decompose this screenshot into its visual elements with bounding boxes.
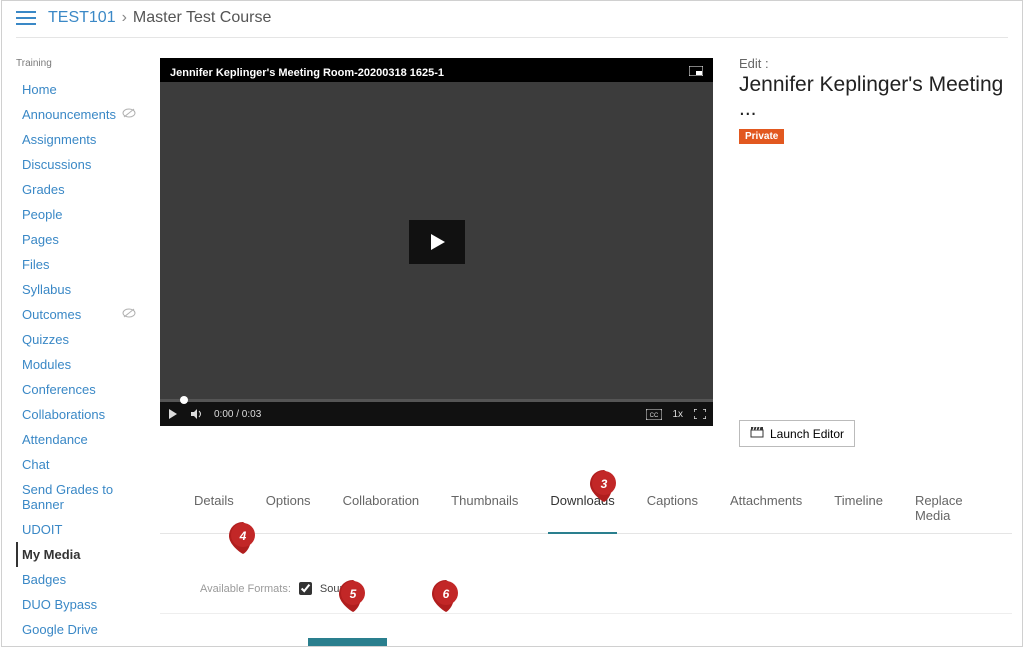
- content: Jennifer Keplinger's Meeting Room-202003…: [150, 52, 1022, 647]
- sidebar-item-label: Badges: [18, 572, 66, 587]
- sidebar-item-label: Discussions: [18, 157, 91, 172]
- sidebar-item-label: Syllabus: [18, 282, 71, 297]
- clapperboard-icon: [750, 426, 764, 441]
- app-frame: TEST101 › Master Test Course Training Ho…: [1, 0, 1023, 647]
- sidebar-item-label: Google Drive: [18, 622, 98, 637]
- cc-icon[interactable]: CC: [646, 407, 662, 421]
- launch-editor-button[interactable]: Launch Editor: [739, 420, 855, 447]
- sidebar-item-grades[interactable]: Grades: [16, 177, 150, 202]
- breadcrumb-course-code[interactable]: TEST101: [48, 9, 116, 27]
- sidebar-item-duo-bypass[interactable]: DUO Bypass: [16, 592, 150, 617]
- sidebar-item-label: Send Grades to Banner: [18, 482, 146, 512]
- sidebar-item-assignments[interactable]: Assignments: [16, 127, 150, 152]
- sidebar-item-label: People: [18, 207, 62, 222]
- player-time: 0:00 / 0:03: [214, 409, 261, 420]
- annotation-pin-3: 3: [590, 470, 618, 502]
- sidebar-item-conferences[interactable]: Conferences: [16, 377, 150, 402]
- sidebar-item-label: Conferences: [18, 382, 96, 397]
- sidebar-item-quizzes[interactable]: Quizzes: [16, 327, 150, 352]
- sidebar-item-label: Files: [18, 257, 49, 272]
- available-formats-label: Available Formats:: [200, 583, 291, 595]
- save-button[interactable]: Save: [308, 638, 387, 647]
- sidebar-item-pages[interactable]: Pages: [16, 227, 150, 252]
- player-title-text: Jennifer Keplinger's Meeting Room-202003…: [170, 67, 444, 79]
- hidden-eye-icon: [122, 307, 136, 322]
- player-canvas: [160, 82, 713, 402]
- sidebar-item-outcomes[interactable]: Outcomes: [16, 302, 150, 327]
- sidebar: Training Home Announcements Assignments Dis…: [2, 52, 150, 647]
- sidebar-item-attendance[interactable]: Attendance: [16, 427, 150, 452]
- format-source-checkbox[interactable]: [299, 582, 312, 595]
- sidebar-item-label: Assignments: [18, 132, 96, 147]
- sidebar-item-label: Announcements: [18, 107, 116, 122]
- sidebar-item-label: Quizzes: [18, 332, 69, 347]
- breadcrumb-separator: ›: [122, 9, 127, 27]
- sidebar-item-label: Outcomes: [18, 307, 81, 322]
- sidebar-item-files[interactable]: Files: [16, 252, 150, 277]
- sidebar-item-label: Pages: [18, 232, 59, 247]
- sidebar-item-badges[interactable]: Badges: [16, 567, 150, 592]
- player-controls: 0:00 / 0:03 CC 1x: [160, 402, 713, 426]
- annotation-pin-4: 4: [229, 522, 257, 554]
- sidebar-item-syllabus[interactable]: Syllabus: [16, 277, 150, 302]
- play-button[interactable]: [409, 220, 465, 264]
- sidebar-item-label: Modules: [18, 357, 71, 372]
- sidebar-heading: Training: [16, 58, 150, 69]
- scrub-bar[interactable]: [160, 399, 713, 402]
- breadcrumb-course-name[interactable]: Master Test Course: [133, 9, 271, 27]
- main: Training Home Announcements Assignments Dis…: [2, 38, 1022, 647]
- launch-editor-label: Launch Editor: [770, 427, 844, 441]
- sidebar-item-home[interactable]: Home: [16, 77, 150, 102]
- privacy-badge: Private: [739, 129, 784, 144]
- tab-replace-media[interactable]: Replace Media: [915, 485, 986, 533]
- annotation-pin-6: 6: [432, 580, 460, 612]
- sidebar-item-label: Home: [18, 82, 57, 97]
- play-small-icon[interactable]: [166, 407, 180, 421]
- sidebar-item-label: Grades: [18, 182, 65, 197]
- sidebar-item-discussions[interactable]: Discussions: [16, 152, 150, 177]
- breadcrumb: TEST101 › Master Test Course: [36, 9, 271, 27]
- tab-timeline[interactable]: Timeline: [834, 485, 883, 533]
- tab-captions[interactable]: Captions: [647, 485, 698, 533]
- scrub-handle[interactable]: [180, 396, 188, 404]
- playback-rate[interactable]: 1x: [672, 409, 683, 420]
- sidebar-item-my-media[interactable]: My Media: [16, 542, 150, 567]
- sidebar-item-label: Attendance: [18, 432, 88, 447]
- hidden-eye-icon: [122, 107, 136, 122]
- media-title: Jennifer Keplinger's Meeting ...: [739, 73, 1012, 121]
- sidebar-item-label: DUO Bypass: [18, 597, 97, 612]
- tab-options[interactable]: Options: [266, 485, 311, 533]
- available-formats-row: Available Formats: Source: [160, 582, 1012, 614]
- actions-row: Save Go To Media: [160, 638, 1012, 647]
- topbar: TEST101 › Master Test Course: [2, 1, 1022, 37]
- sidebar-item-people[interactable]: People: [16, 202, 150, 227]
- go-to-media-link[interactable]: Go To Media: [417, 645, 485, 647]
- tab-thumbnails[interactable]: Thumbnails: [451, 485, 518, 533]
- edit-label: Edit :: [739, 56, 1012, 71]
- edit-panel: Edit : Jennifer Keplinger's Meeting ... …: [739, 52, 1012, 447]
- sidebar-item-google-drive[interactable]: Google Drive: [16, 617, 150, 642]
- fullscreen-icon[interactable]: [693, 407, 707, 421]
- tab-collaboration[interactable]: Collaboration: [343, 485, 420, 533]
- sidebar-item-label: My Media: [18, 547, 81, 562]
- sidebar-item-label: UDOIT: [18, 522, 62, 537]
- sidebar-item-label: Chat: [18, 457, 49, 472]
- sidebar-item-modules[interactable]: Modules: [16, 352, 150, 377]
- tab-attachments[interactable]: Attachments: [730, 485, 802, 533]
- sidebar-item-announcements[interactable]: Announcements: [16, 102, 150, 127]
- tabs: DetailsOptionsCollaborationThumbnailsDow…: [160, 485, 1012, 534]
- volume-icon[interactable]: [190, 407, 204, 421]
- sidebar-item-send-grades-to-banner[interactable]: Send Grades to Banner: [16, 477, 150, 517]
- hamburger-icon[interactable]: [16, 10, 36, 26]
- sidebar-item-udoit[interactable]: UDOIT: [16, 517, 150, 542]
- svg-text:CC: CC: [650, 413, 659, 419]
- sidebar-item-chat[interactable]: Chat: [16, 452, 150, 477]
- sidebar-item-collaborations[interactable]: Collaborations: [16, 402, 150, 427]
- tab-details[interactable]: Details: [194, 485, 234, 533]
- sidebar-item-label: Collaborations: [18, 407, 105, 422]
- video-player[interactable]: Jennifer Keplinger's Meeting Room-202003…: [160, 58, 713, 426]
- picture-in-picture-icon[interactable]: [689, 66, 703, 79]
- annotation-pin-5: 5: [339, 580, 367, 612]
